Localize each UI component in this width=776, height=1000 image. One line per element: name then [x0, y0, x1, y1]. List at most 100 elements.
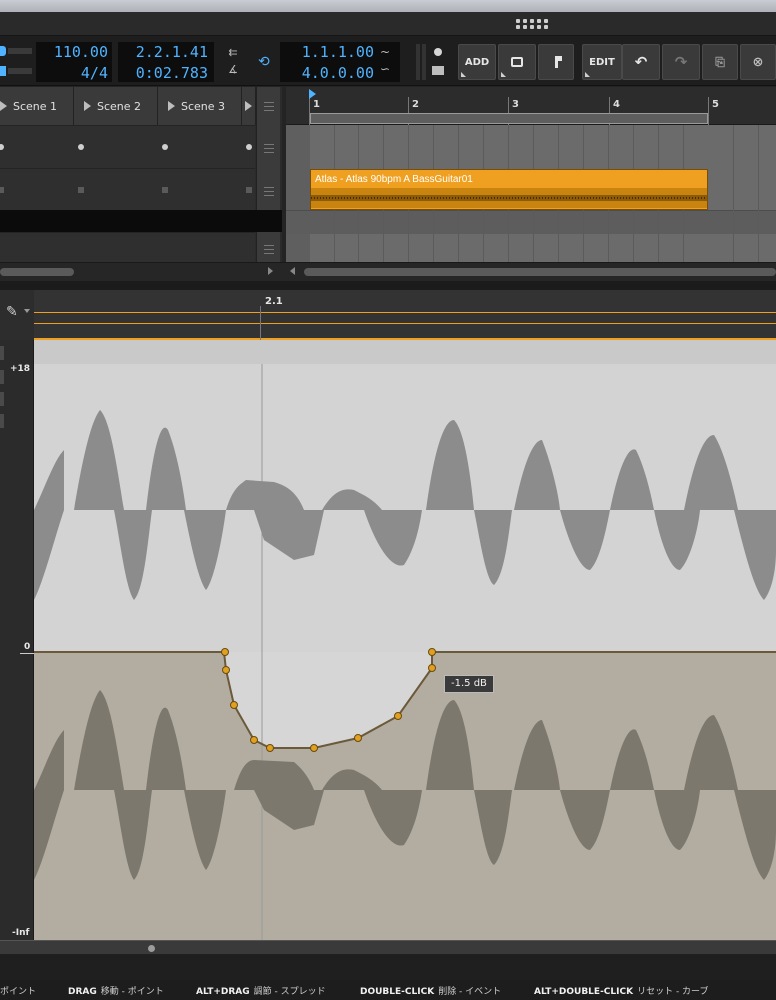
flag-icon: [554, 56, 562, 68]
position-display[interactable]: 2.2.1.41 0:02.783: [118, 42, 214, 82]
loop-toggle-icon[interactable]: ⟲: [258, 55, 274, 69]
audio-clip[interactable]: Atlas - Atlas 90bpm A BassGuitar01: [310, 169, 708, 210]
window-titlebar: [0, 0, 776, 12]
scene-2-button[interactable]: Scene 2: [74, 87, 158, 125]
bar-number: 3: [512, 99, 519, 110]
chevron-down-icon[interactable]: [24, 309, 30, 313]
folder-icon[interactable]: [432, 66, 444, 75]
horizontal-scrollbar[interactable]: [0, 262, 776, 281]
scroll-left-icon[interactable]: [290, 267, 295, 275]
scene-3-button[interactable]: Scene 3: [158, 87, 242, 125]
bar-number: 4: [613, 99, 620, 110]
record-arm-indicator: [0, 42, 36, 82]
slot-empty[interactable]: [78, 187, 84, 193]
marker-button[interactable]: [538, 44, 574, 80]
add-button-label: ADD: [464, 56, 490, 68]
play-icon: [84, 101, 91, 111]
curve-icon[interactable]: ~: [380, 44, 396, 61]
editor-scroll-knob[interactable]: [148, 945, 155, 952]
loop-region[interactable]: [310, 113, 708, 124]
loop-start-value: 1.1.1.00: [301, 43, 374, 61]
scene-1-label: Scene 1: [13, 99, 58, 113]
editor-ruler[interactable]: 2.1: [34, 290, 776, 341]
slot-empty[interactable]: [162, 187, 168, 193]
record-dot-icon[interactable]: [434, 48, 442, 56]
launcher-scroll-thumb[interactable]: [0, 268, 74, 276]
gain-value-text: -1.5 dB: [451, 678, 487, 689]
scene-1-button[interactable]: Scene 1: [0, 87, 74, 125]
hint-item: ALT+DRAG 調節 - スプレッド: [196, 987, 326, 997]
play-icon: [0, 101, 7, 111]
scene-overflow[interactable]: [242, 87, 256, 125]
gain-envelope-point[interactable]: [310, 744, 318, 752]
slot-empty[interactable]: [0, 187, 4, 193]
audio-event-editor[interactable]: -1.5 dB: [34, 340, 776, 940]
track-menu-icon[interactable]: [256, 168, 280, 210]
delete-button[interactable]: ⊗: [740, 44, 776, 80]
play-icon: [168, 101, 175, 111]
scene-3-label: Scene 3: [181, 99, 226, 113]
scale-top-label: +18: [10, 364, 31, 374]
track-menu-icon[interactable]: [256, 87, 280, 125]
bar-number: 5: [712, 99, 719, 110]
master-row: [0, 210, 282, 232]
slot-stop-dot[interactable]: [78, 144, 84, 150]
hint-item: ALT+DOUBLE-CLICK リセット - カーブ: [534, 987, 709, 997]
undo-button[interactable]: ↶: [622, 44, 660, 80]
scale-zero-label: 0: [24, 642, 31, 652]
play-icon: [245, 101, 252, 111]
gain-value-tooltip: -1.5 dB: [444, 675, 494, 693]
gain-envelope-point[interactable]: [221, 648, 229, 656]
paste-button[interactable]: ⎘: [702, 44, 738, 80]
launcher-track-row: [0, 168, 255, 210]
gain-envelope-point[interactable]: [428, 648, 436, 656]
tempo-display[interactable]: 110.00 4/4: [36, 42, 112, 82]
pencil-tool-icon[interactable]: ✎: [6, 304, 18, 320]
slot-stop-dot[interactable]: [246, 144, 252, 150]
hint-item: DOUBLE-CLICK 削除 - イベント: [360, 987, 502, 997]
tap-tempo-icon[interactable]: ⇇: [224, 44, 242, 61]
editor-scrollbar[interactable]: [0, 940, 776, 954]
gain-envelope-point[interactable]: [266, 744, 274, 752]
waveform-editor-canvas[interactable]: [34, 340, 776, 940]
editor-tool-panel: ✎: [0, 290, 34, 340]
gain-envelope-point[interactable]: [250, 736, 258, 744]
groove-icon[interactable]: ∡: [224, 61, 242, 78]
gain-envelope-point[interactable]: [354, 734, 362, 742]
ramp-icon[interactable]: ∽: [380, 61, 396, 78]
clip-launcher: Scene 1 Scene 2 Scene 3: [0, 87, 282, 262]
meter-panel: [414, 42, 450, 82]
clip-view-button[interactable]: [498, 44, 536, 80]
arranger-scroll-thumb[interactable]: [304, 268, 776, 276]
hint-item: ポイント: [0, 987, 37, 997]
gain-envelope-point[interactable]: [222, 666, 230, 674]
playhead-marker-icon[interactable]: [309, 89, 316, 99]
redo-icon: ↷: [674, 53, 688, 71]
slot-stop-dot[interactable]: [0, 144, 4, 150]
undo-icon: ↶: [634, 53, 648, 71]
bar-number: 1: [313, 99, 320, 110]
arranger-master-lane: [286, 210, 776, 234]
status-footer: ポイント DRAG 移動 - ポイント ALT+DRAG 調節 - スプレッド DO…: [0, 940, 776, 1000]
scene-2-label: Scene 2: [97, 99, 142, 113]
add-button[interactable]: ADD: [458, 44, 496, 80]
track-menu-icon[interactable]: [256, 125, 280, 168]
window-icon: [511, 57, 523, 67]
slot-stop-dot[interactable]: [162, 144, 168, 150]
edit-button-label: EDIT: [589, 56, 615, 68]
gain-envelope-point[interactable]: [428, 664, 436, 672]
launcher-track-row: [0, 232, 255, 262]
scroll-right-icon[interactable]: [268, 267, 273, 275]
gain-envelope-point[interactable]: [230, 701, 238, 709]
ruler-beat-label: 2.1: [265, 296, 283, 307]
loop-shape-icons[interactable]: ~ ∽: [380, 44, 396, 80]
gain-envelope-point[interactable]: [394, 712, 402, 720]
panel-divider[interactable]: [0, 281, 776, 290]
clipboard-icon: ⎘: [715, 54, 725, 69]
redo-button[interactable]: ↷: [662, 44, 700, 80]
edit-button[interactable]: EDIT: [582, 44, 622, 80]
track-menu-icon[interactable]: [256, 232, 280, 262]
dashboard-grid-icon[interactable]: [514, 15, 550, 33]
slot-empty[interactable]: [246, 187, 252, 193]
metronome-controls[interactable]: ⇇ ∡: [224, 44, 242, 80]
